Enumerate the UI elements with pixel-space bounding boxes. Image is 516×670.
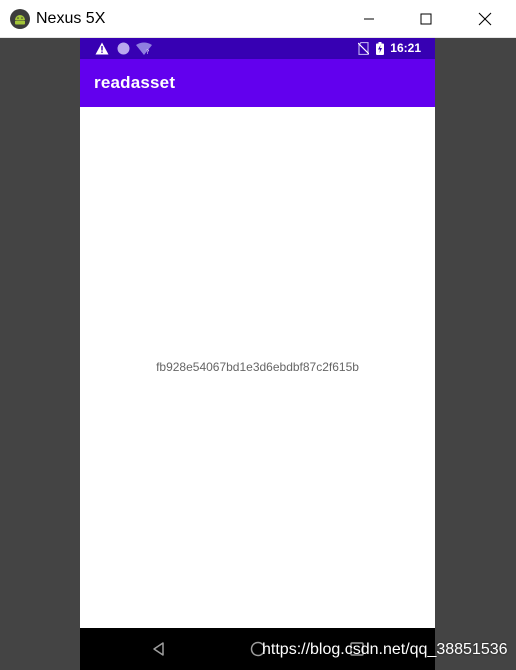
watermark-text: https://blog.csdn.net/qq_38851536 xyxy=(262,641,508,658)
close-button[interactable] xyxy=(462,0,508,37)
maximize-icon xyxy=(420,13,432,24)
status-time: 16:21 xyxy=(390,41,421,55)
android-icon xyxy=(10,9,30,29)
app-title: readasset xyxy=(94,73,176,92)
status-bar: ? 16:21 xyxy=(80,38,435,59)
maximize-button[interactable] xyxy=(403,0,449,37)
battery-charging-icon xyxy=(376,42,384,55)
minimize-icon xyxy=(364,18,374,19)
circle-icon xyxy=(117,42,130,55)
window-titlebar: Nexus 5X xyxy=(0,0,516,38)
window-title: Nexus 5X xyxy=(36,10,106,27)
wifi-icon: ? xyxy=(136,42,152,55)
close-icon xyxy=(478,12,492,25)
main-content: fb928e54067bd1e3d6ebdbf87c2f615b xyxy=(80,107,435,628)
svg-text:?: ? xyxy=(146,49,149,55)
app-bar: readasset xyxy=(80,59,435,107)
device-screen: ? 16:21 readasset fb928e54067bd1e3d6ebdb… xyxy=(80,38,435,670)
warning-icon xyxy=(95,42,109,55)
hash-text: fb928e54067bd1e3d6ebdbf87c2f615b xyxy=(156,360,359,374)
back-icon[interactable] xyxy=(150,640,168,658)
no-sim-icon xyxy=(358,42,369,55)
minimize-button[interactable] xyxy=(346,0,392,37)
